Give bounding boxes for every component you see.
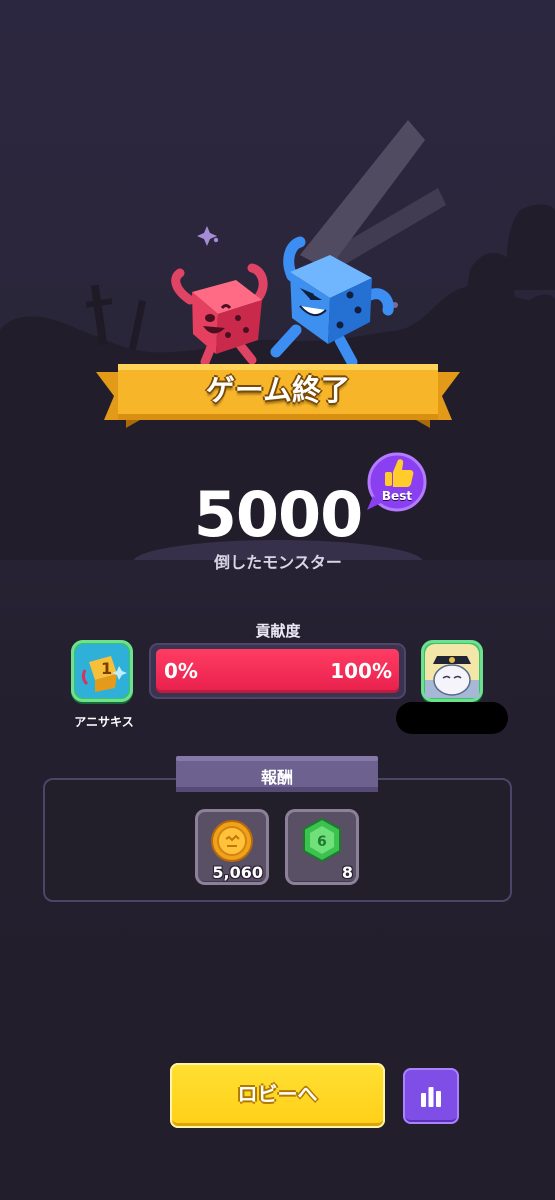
reward-item-coin[interactable]: 5,060 bbox=[195, 809, 269, 885]
player-right-name-redacted bbox=[396, 702, 508, 734]
reward-panel bbox=[43, 778, 512, 902]
player-left-name: アニサキス bbox=[74, 715, 134, 729]
thumbs-up-icon bbox=[367, 452, 427, 512]
svg-text:6: 6 bbox=[317, 834, 327, 850]
reward-item-gem[interactable]: 6 8 bbox=[285, 809, 359, 885]
contribution-title: 貢献度 bbox=[255, 622, 301, 640]
gem-icon: 6 bbox=[303, 817, 341, 863]
player-right-avatar[interactable] bbox=[421, 640, 483, 702]
light-beam bbox=[300, 120, 446, 272]
coin-icon bbox=[211, 820, 253, 862]
svg-text:1: 1 bbox=[101, 659, 112, 678]
bar-chart-icon bbox=[421, 1087, 441, 1107]
score-label: 倒したモンスター bbox=[214, 553, 342, 572]
contribution-left-percent: 0% bbox=[164, 659, 198, 683]
player-left-avatar[interactable]: 1 bbox=[71, 640, 133, 702]
reward-title: 報酬 bbox=[260, 768, 293, 787]
character-avatar-icon bbox=[425, 644, 479, 698]
best-badge: Best bbox=[365, 452, 429, 514]
dice-avatar-icon: 1 bbox=[75, 644, 129, 698]
contribution-right-percent: 100% bbox=[330, 659, 392, 683]
to-lobby-label: ロビーへ bbox=[237, 1082, 318, 1106]
banner-title: ゲーム終了 bbox=[205, 373, 351, 407]
reward-amount: 8 bbox=[341, 863, 353, 882]
sparkle-icon bbox=[197, 226, 219, 246]
to-lobby-button[interactable]: ロビーへ bbox=[170, 1063, 385, 1128]
hero-scene bbox=[0, 120, 555, 560]
best-label: Best bbox=[381, 489, 413, 503]
game-over-banner: ゲーム終了 bbox=[96, 362, 460, 430]
reward-amount: 5,060 bbox=[212, 863, 263, 882]
stats-button[interactable] bbox=[403, 1068, 459, 1124]
